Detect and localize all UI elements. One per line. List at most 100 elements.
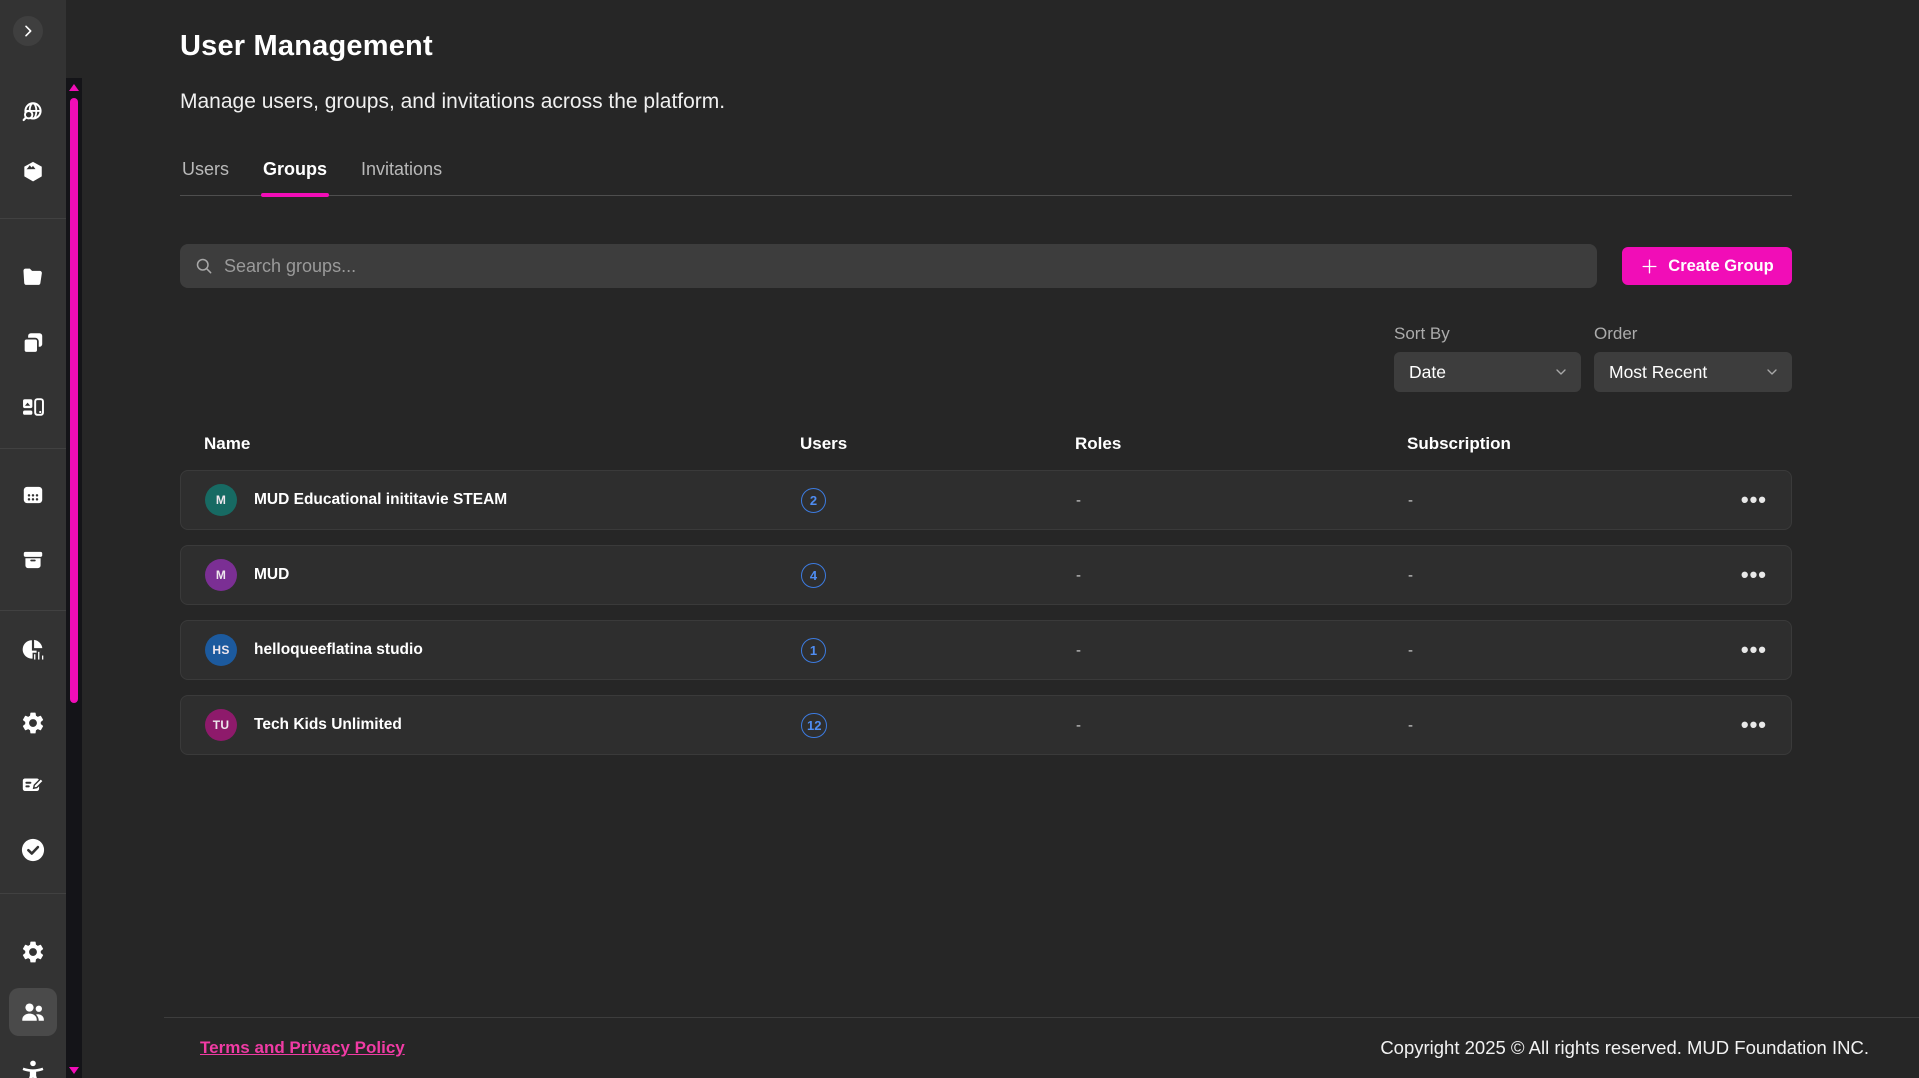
tab-invitations[interactable]: Invitations xyxy=(359,159,444,195)
chevron-down-icon xyxy=(1764,364,1780,380)
search-box xyxy=(180,244,1597,288)
group-avatar: TU xyxy=(205,709,237,741)
table-header: Name Users Roles Subscription xyxy=(180,434,1792,470)
group-name: MUD xyxy=(254,566,289,584)
create-group-label: Create Group xyxy=(1668,257,1773,276)
plus-icon xyxy=(1640,257,1659,276)
chevron-right-icon xyxy=(20,23,36,39)
roles-value: - xyxy=(1076,717,1408,734)
archive-box-icon xyxy=(20,547,46,573)
more-icon: ••• xyxy=(1741,712,1767,737)
footer: Terms and Privacy Policy Copyright 2025 … xyxy=(164,1017,1919,1078)
chevron-down-icon xyxy=(1553,364,1569,380)
tab-bar: Users Groups Invitations xyxy=(180,159,1792,196)
group-name: MUD Educational inititavie STEAM xyxy=(254,491,507,509)
sidebar-divider xyxy=(0,218,66,219)
scroll-down-arrow-icon[interactable] xyxy=(69,1067,79,1074)
roles-value: - xyxy=(1076,567,1408,584)
tab-groups[interactable]: Groups xyxy=(261,159,329,195)
column-header-subscription: Subscription xyxy=(1407,434,1720,454)
order-select[interactable]: Most Recent xyxy=(1594,352,1792,392)
sidebar-item-check-circle[interactable] xyxy=(0,822,66,878)
sidebar-item-folder[interactable] xyxy=(0,249,66,305)
sidebar-item-archive-box[interactable] xyxy=(0,532,66,588)
users-count-badge: 2 xyxy=(801,488,826,513)
column-header-users: Users xyxy=(800,434,1075,454)
gear-icon xyxy=(20,710,46,736)
page-title: User Management xyxy=(180,0,1792,63)
sort-by-label: Sort By xyxy=(1394,324,1581,344)
accessibility-icon xyxy=(19,1058,47,1078)
roles-value: - xyxy=(1076,642,1408,659)
sidebar-item-calendar[interactable] xyxy=(0,467,66,523)
users-count-badge: 4 xyxy=(801,563,826,588)
column-header-roles: Roles xyxy=(1075,434,1407,454)
subscription-value: - xyxy=(1408,642,1719,659)
sidebar-divider xyxy=(0,448,66,449)
sidebar-divider xyxy=(0,893,66,894)
scroll-up-arrow-icon[interactable] xyxy=(69,84,79,91)
group-avatar: M xyxy=(205,484,237,516)
group-avatar: M xyxy=(205,559,237,591)
avatar-initials: TU xyxy=(213,718,230,732)
sidebar-item-gear[interactable] xyxy=(0,924,66,980)
sidebar-item-accessibility[interactable] xyxy=(0,1044,66,1078)
row-menu-button[interactable]: ••• xyxy=(1719,714,1767,736)
row-menu-button[interactable]: ••• xyxy=(1719,564,1767,586)
toolbar: Create Group xyxy=(180,244,1792,288)
order-value: Most Recent xyxy=(1609,362,1707,383)
users-count-badge: 12 xyxy=(801,713,827,738)
sort-by-value: Date xyxy=(1409,362,1446,383)
folder-icon xyxy=(20,264,46,290)
subscription-value: - xyxy=(1408,717,1719,734)
globe-search-icon xyxy=(20,99,46,125)
subscription-value: - xyxy=(1408,492,1719,509)
terms-privacy-link[interactable]: Terms and Privacy Policy xyxy=(200,1038,405,1058)
sidebar-divider xyxy=(0,610,66,611)
check-circle-icon xyxy=(19,836,47,864)
more-icon: ••• xyxy=(1741,562,1767,587)
sidebar-item-pie-chart[interactable] xyxy=(0,622,66,678)
main-content: User Management Manage users, groups, an… xyxy=(82,0,1919,1078)
table-row[interactable]: HS helloqueeflatina studio 1 - - ••• xyxy=(180,620,1792,680)
row-menu-button[interactable]: ••• xyxy=(1719,639,1767,661)
tab-users[interactable]: Users xyxy=(180,159,231,195)
table-row[interactable]: M MUD 4 - - ••• xyxy=(180,545,1792,605)
sidebar-item-media-layout[interactable] xyxy=(0,379,66,435)
sidebar-item-gear[interactable] xyxy=(0,695,66,751)
row-menu-button[interactable]: ••• xyxy=(1719,489,1767,511)
sidebar-item-image-cube[interactable] xyxy=(0,144,66,200)
users-count-badge: 1 xyxy=(801,638,826,663)
contact-edit-icon xyxy=(20,772,46,798)
calendar-icon xyxy=(20,482,46,508)
users-icon xyxy=(19,998,47,1026)
sidebar-item-copy-pages[interactable] xyxy=(0,315,66,371)
table-row[interactable]: TU Tech Kids Unlimited 12 - - ••• xyxy=(180,695,1792,755)
avatar-initials: M xyxy=(216,568,226,582)
group-table-body: M MUD Educational inititavie STEAM 2 - -… xyxy=(180,470,1792,755)
sidebar-item-contact-edit[interactable] xyxy=(0,757,66,813)
search-icon xyxy=(194,256,214,276)
order-label: Order xyxy=(1594,324,1792,344)
image-cube-icon xyxy=(20,159,46,185)
sidebar-item-globe-search[interactable] xyxy=(0,84,66,140)
vertical-scrollbar xyxy=(66,78,82,1078)
group-name: Tech Kids Unlimited xyxy=(254,716,402,734)
filters: Sort By Date Order Most Recent xyxy=(180,324,1792,392)
copyright-text: Copyright 2025 © All rights reserved. MU… xyxy=(1380,1037,1869,1059)
sort-by-select[interactable]: Date xyxy=(1394,352,1581,392)
group-name: helloqueeflatina studio xyxy=(254,641,423,659)
sidebar-toggle-button[interactable] xyxy=(13,16,43,46)
subscription-value: - xyxy=(1408,567,1719,584)
copy-pages-icon xyxy=(20,330,46,356)
scrollbar-thumb[interactable] xyxy=(70,98,78,703)
search-input[interactable] xyxy=(224,256,1583,277)
sidebar-item-users[interactable] xyxy=(0,984,66,1040)
column-header-name: Name xyxy=(204,434,800,454)
table-row[interactable]: M MUD Educational inititavie STEAM 2 - -… xyxy=(180,470,1792,530)
create-group-button[interactable]: Create Group xyxy=(1622,247,1792,285)
pie-chart-icon xyxy=(20,637,46,663)
media-layout-icon xyxy=(20,394,46,420)
more-icon: ••• xyxy=(1741,487,1767,512)
page-subtitle: Manage users, groups, and invitations ac… xyxy=(180,90,1792,114)
